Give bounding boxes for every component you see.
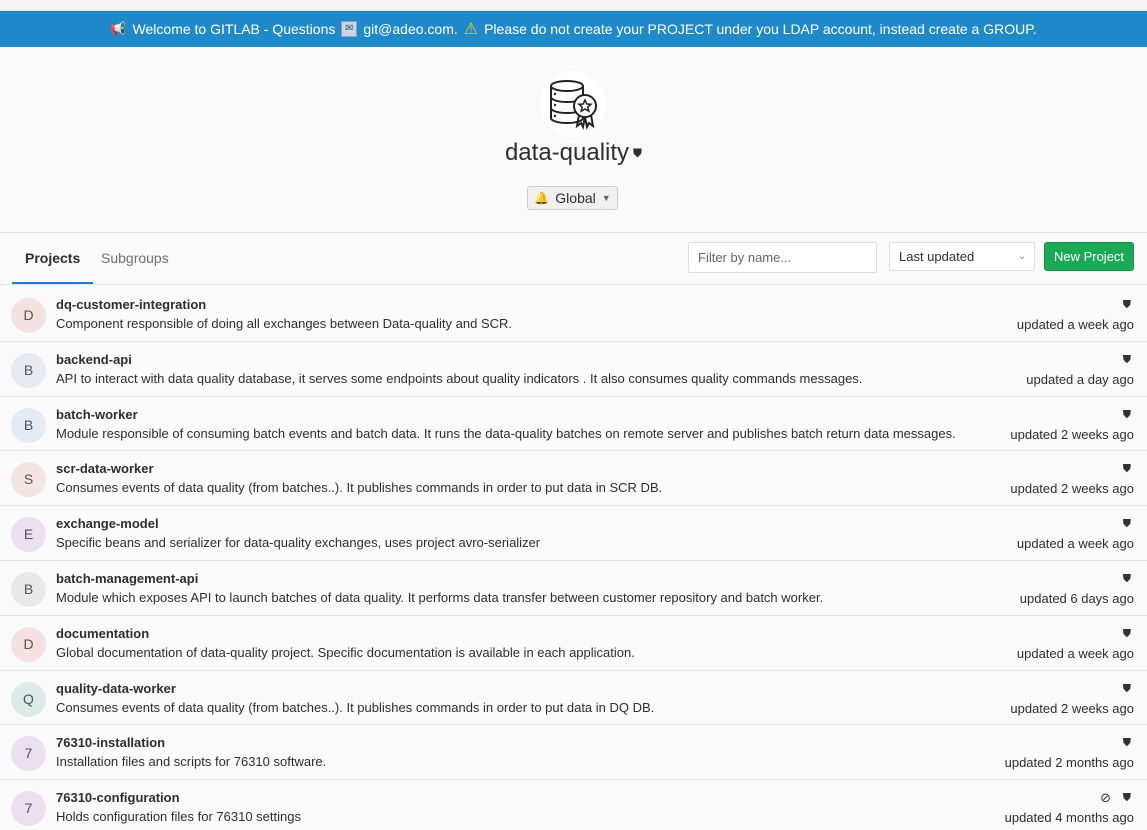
shield-icon: ⛊: [1122, 299, 1131, 311]
broadcast-banner: 📢 Welcome to GITLAB - Questions ✉ git@ad…: [0, 11, 1147, 47]
project-description: Consumes events of data quality (from ba…: [56, 480, 663, 496]
project-avatar[interactable]: D: [11, 626, 46, 662]
project-updated-time: updated a day ago: [1026, 371, 1134, 387]
bell-icon: 🔔: [534, 191, 550, 205]
project-row[interactable]: Ddq-customer-integration Component respon…: [0, 287, 1147, 342]
project-updated-time: updated 6 days ago: [1019, 590, 1134, 606]
banner-text-warning: Please do not create your PROJECT under …: [484, 21, 1037, 37]
project-row[interactable]: Qquality-data-worker Consumes events of d…: [0, 670, 1147, 726]
group-name: data-quality: [504, 139, 630, 166]
tabs-bar: Projects Subgroups Last updated ⌄ New Pr…: [0, 233, 1147, 285]
sort-dropdown[interactable]: Last updated ⌄: [889, 242, 1035, 271]
megaphone-icon: 📢: [110, 21, 127, 36]
project-description: Holds configuration files for 76310 sett…: [56, 809, 301, 825]
notification-settings-button[interactable]: 🔔 Global ▼: [527, 186, 618, 210]
archived-icon: ⊘: [1100, 790, 1111, 806]
warning-icon: ⚠: [463, 21, 479, 38]
chevron-down-icon: ⌄: [1017, 251, 1026, 262]
project-row[interactable]: Eexchange-model Specific beans and serial…: [0, 506, 1147, 561]
project-name-link[interactable]: exchange-model: [56, 516, 159, 531]
project-avatar[interactable]: S: [11, 462, 46, 498]
shield-icon: ⛊: [1122, 682, 1131, 695]
project-name-link[interactable]: quality-data-worker: [56, 681, 176, 696]
shield-icon: ⛊: [1122, 627, 1131, 640]
shield-icon: ⛊: [1122, 518, 1131, 531]
project-row[interactable]: Bbatch-worker Module responsible of consu…: [0, 396, 1147, 452]
project-description: Installation files and scripts for 76310…: [56, 754, 327, 770]
banner-text-welcome: Welcome to GITLAB - Questions: [132, 21, 336, 37]
group-header: data-quality ⛊ 🔔 Global ▼: [0, 47, 1147, 233]
project-avatar[interactable]: D: [11, 298, 46, 333]
project-name-link[interactable]: 76310-installation: [56, 735, 165, 750]
new-project-button[interactable]: New Project: [1044, 242, 1134, 271]
banner-email[interactable]: git@adeo.com.: [363, 21, 457, 37]
project-description: API to interact with data quality databa…: [56, 370, 863, 386]
caret-down-icon: ▼: [601, 193, 611, 203]
database-badge-icon: [550, 80, 597, 131]
project-avatar[interactable]: 7: [11, 791, 46, 827]
project-row[interactable]: Bbatch-management-api Module which expose…: [0, 560, 1147, 616]
project-name-link[interactable]: backend-api: [56, 352, 132, 367]
shield-icon: ⛊: [1122, 572, 1131, 585]
project-description: Module responsible of consuming batch ev…: [56, 425, 956, 441]
project-row[interactable]: Bbackend-api API to interact with data qu…: [0, 341, 1147, 397]
project-description: Component responsible of doing all excha…: [56, 316, 513, 331]
project-avatar[interactable]: B: [11, 352, 46, 388]
sort-selected: Last updated: [899, 249, 975, 264]
tab-subgroups[interactable]: Subgroups: [88, 233, 182, 284]
project-name-link[interactable]: batch-management-api: [56, 571, 198, 586]
project-row[interactable]: 7 76310-installation Installation files an…: [0, 725, 1147, 781]
project-updated-time: updated a week ago: [1016, 645, 1134, 661]
project-row[interactable]: 7 76310-configuration Holds configuration …: [0, 780, 1147, 830]
project-description: Global documentation of data-quality pro…: [56, 644, 635, 660]
project-list: Ddq-customer-integration Component respon…: [0, 287, 1147, 830]
shield-icon: ⛊: [1122, 353, 1131, 366]
shield-icon: ⛊: [1122, 408, 1131, 421]
project-description: Specific beans and serializer for data-q…: [56, 535, 541, 551]
group-title: data-quality ⛊: [0, 139, 1147, 167]
project-name-link[interactable]: dq-customer-integration: [56, 297, 206, 312]
project-updated-time: updated 2 months ago: [1004, 755, 1134, 771]
shield-icon: ⛊: [1122, 792, 1131, 805]
notification-label: Global: [555, 190, 596, 206]
mail-icon: ✉: [341, 21, 358, 37]
project-row[interactable]: Ddocumentation Global documentation of da…: [0, 615, 1147, 671]
project-name-link[interactable]: 76310-configuration: [56, 790, 180, 805]
project-updated-time: updated a week ago: [1016, 317, 1134, 332]
shield-icon: ⛊: [1122, 737, 1131, 750]
project-avatar[interactable]: Q: [11, 681, 46, 717]
top-strip: [0, 0, 1147, 11]
project-avatar[interactable]: E: [11, 517, 46, 553]
shield-icon: ⛊: [1122, 463, 1131, 476]
project-updated-time: updated a week ago: [1016, 536, 1134, 552]
project-avatar[interactable]: 7: [11, 736, 46, 772]
shield-icon: ⛊: [633, 146, 643, 161]
project-avatar[interactable]: B: [11, 571, 46, 607]
project-avatar[interactable]: B: [11, 407, 46, 443]
tab-projects[interactable]: Projects: [12, 233, 94, 284]
project-description: Module which exposes API to launch batch…: [56, 589, 824, 605]
project-updated-time: updated 2 weeks ago: [1010, 700, 1134, 716]
project-updated-time: updated 2 weeks ago: [1010, 481, 1134, 497]
project-name-link[interactable]: batch-worker: [56, 407, 138, 422]
project-name-link[interactable]: documentation: [56, 626, 149, 641]
project-updated-time: updated 2 weeks ago: [1010, 426, 1134, 442]
filter-input[interactable]: [688, 242, 877, 273]
project-updated-time: updated 4 months ago: [1004, 810, 1134, 826]
group-avatar: [540, 71, 606, 137]
project-description: Consumes events of data quality (from ba…: [56, 699, 655, 715]
project-name-link[interactable]: scr-data-worker: [56, 461, 154, 476]
project-row[interactable]: Sscr-data-worker Consumes events of data …: [0, 451, 1147, 507]
